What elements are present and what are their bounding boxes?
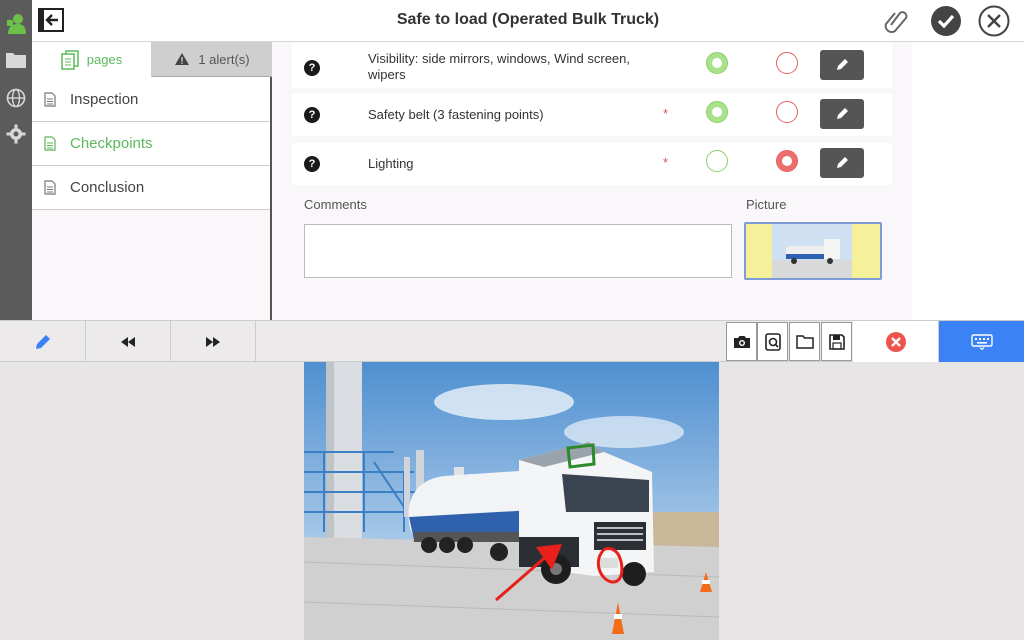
save-icon xyxy=(828,333,845,350)
folder-icon xyxy=(795,335,814,349)
pen-tool-button[interactable] xyxy=(0,321,86,362)
app-rail xyxy=(0,0,32,320)
camera-icon xyxy=(733,336,750,348)
nav-item-checkpoints[interactable]: Checkpoints xyxy=(32,122,270,166)
warning-icon xyxy=(175,53,190,65)
header-bar: Safe to load (Operated Bulk Truck) xyxy=(32,0,1024,42)
pencil-icon xyxy=(837,108,848,119)
right-margin xyxy=(912,42,1024,320)
redo-button[interactable] xyxy=(171,321,256,362)
settings-gear-icon[interactable] xyxy=(4,122,28,146)
pages-panel: pages 1 alert(s) Inspection Checkpoints … xyxy=(32,42,272,320)
folder-icon[interactable] xyxy=(4,48,28,72)
edit-button[interactable] xyxy=(820,50,864,80)
edit-button[interactable] xyxy=(820,99,864,129)
checkpoint-text: Lighting xyxy=(368,156,414,171)
scan-button[interactable] xyxy=(757,322,788,361)
attachment-icon[interactable] xyxy=(880,5,912,37)
document-icon xyxy=(44,180,56,195)
picture-thumbnail[interactable] xyxy=(744,222,882,280)
radio-not-ok[interactable] xyxy=(776,101,798,123)
picture-label: Picture xyxy=(746,197,787,212)
nav-item-inspection[interactable]: Inspection xyxy=(32,78,270,122)
required-marker: * xyxy=(663,155,669,170)
checkpoint-row: ? Safety belt (3 fastening points) * xyxy=(292,94,892,136)
close-button[interactable] xyxy=(978,5,1010,37)
nav-label-conclusion: Conclusion xyxy=(70,179,145,196)
camera-button[interactable] xyxy=(726,322,757,361)
radio-ok[interactable] xyxy=(706,52,728,74)
document-icon xyxy=(44,136,56,151)
scan-icon xyxy=(764,332,781,351)
checkpoint-row: ? Lighting * xyxy=(292,143,892,185)
required-marker: * xyxy=(663,106,669,121)
help-icon[interactable]: ? xyxy=(304,156,320,172)
radio-ok[interactable] xyxy=(706,150,728,172)
rewind-icon xyxy=(121,336,135,347)
radio-not-ok[interactable] xyxy=(776,52,798,74)
tab-alerts-label: 1 alert(s) xyxy=(198,51,250,67)
comments-label: Comments xyxy=(304,197,367,212)
checkpoints-content: ? Visibility: side mirrors, windows, Win… xyxy=(272,42,912,320)
nav-label-inspection: Inspection xyxy=(70,91,139,108)
checkpoint-row: ? Visibility: side mirrors, windows, Win… xyxy=(292,42,892,88)
truck-photo[interactable] xyxy=(304,362,719,640)
undo-button[interactable] xyxy=(86,321,171,362)
pencil-icon xyxy=(837,59,848,70)
pencil-icon xyxy=(35,334,50,349)
help-icon[interactable]: ? xyxy=(304,60,320,76)
radio-ok[interactable] xyxy=(706,101,728,123)
nav-label-checkpoints: Checkpoints xyxy=(70,135,153,152)
drawing-toolbar xyxy=(0,320,1024,362)
pencil-icon xyxy=(837,157,848,168)
help-icon[interactable]: ? xyxy=(304,107,320,123)
keyboard-button[interactable] xyxy=(939,321,1024,362)
radio-not-ok[interactable] xyxy=(776,150,798,172)
checkpoint-text: Safety belt (3 fastening points) xyxy=(368,107,544,122)
fast-forward-icon xyxy=(206,336,220,347)
comments-input[interactable] xyxy=(304,224,732,278)
cancel-drawing-button[interactable] xyxy=(853,321,939,362)
user-icon[interactable] xyxy=(4,12,28,36)
keyboard-icon xyxy=(970,333,993,350)
document-icon xyxy=(44,92,56,107)
tab-pages-label: pages xyxy=(86,52,123,67)
tab-alerts[interactable]: 1 alert(s) xyxy=(152,42,272,77)
nav-empty-area xyxy=(32,210,270,320)
nav-item-conclusion[interactable]: Conclusion xyxy=(32,166,270,210)
open-folder-button[interactable] xyxy=(789,322,820,361)
globe-icon[interactable] xyxy=(4,86,28,110)
confirm-check-button[interactable] xyxy=(930,5,962,37)
edit-button[interactable] xyxy=(820,148,864,178)
page-title: Safe to load (Operated Bulk Truck) xyxy=(396,11,660,28)
pages-icon xyxy=(61,49,79,70)
tab-pages[interactable]: pages xyxy=(32,42,152,77)
save-button[interactable] xyxy=(821,322,852,361)
checkpoint-text: Visibility: side mirrors, windows, Wind … xyxy=(368,51,630,82)
cancel-icon xyxy=(885,331,906,352)
